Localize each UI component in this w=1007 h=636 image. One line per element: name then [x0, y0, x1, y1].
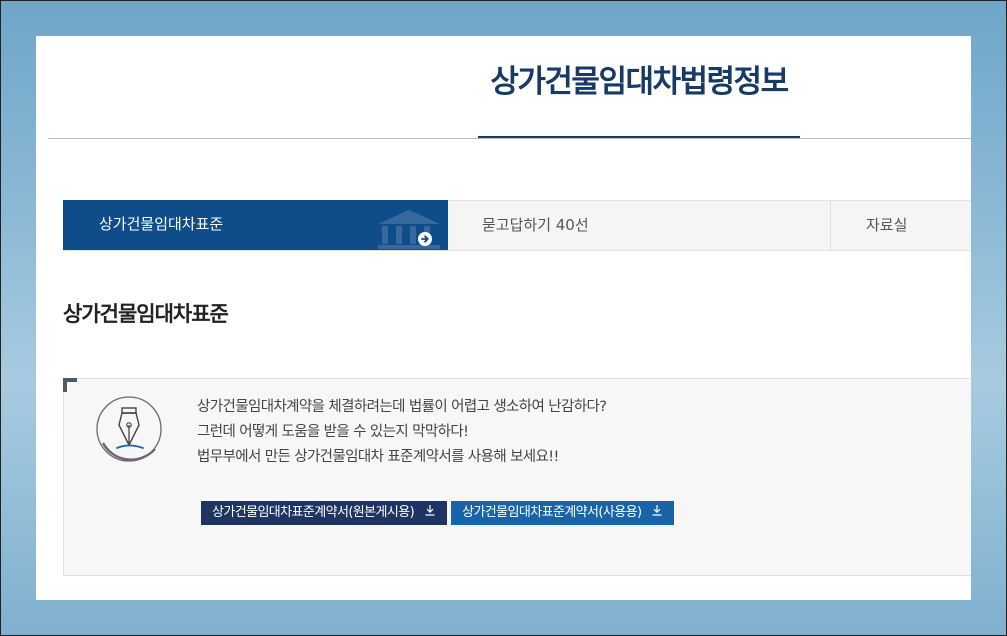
download-icon: [651, 501, 663, 525]
content-card: 상가건물임대차법령정보 상가건물임대차표준 묻고답하기 40선 자료실 상가건물…: [36, 36, 971, 600]
info-line-3: 법무부에서 만든 상가건물임대차 표준계약서를 사용해 보세요!!: [197, 449, 559, 465]
page-title: 상가건물임대차법령정보: [490, 64, 789, 100]
download-original-label: 상가건물임대차표준계약서(원본게시용): [212, 505, 415, 520]
arrow-right-circle-icon: [418, 217, 432, 250]
fountain-pen-icon: [95, 393, 167, 469]
tab-bar: 상가건물임대차표준 묻고답하기 40선 자료실: [63, 200, 971, 251]
building-icon: [376, 208, 442, 250]
info-box: 상가건물임대차계약을 체결하려는데 법률이 어렵고 생소하여 난감하다? 그런데…: [63, 378, 971, 576]
download-icon: [424, 501, 436, 525]
tab-standard[interactable]: 상가건물임대차표준: [63, 200, 448, 250]
download-buttons: 상가건물임대차표준계약서(원본게시용) 상가건물임대차표준계약서(사용용): [201, 501, 675, 525]
corner-mark: [63, 378, 77, 392]
info-text: 상가건물임대차계약을 체결하려는데 법률이 어렵고 생소하여 난감하다? 그런데…: [197, 395, 607, 470]
info-line-1: 상가건물임대차계약을 체결하려는데 법률이 어렵고 생소하여 난감하다?: [197, 399, 607, 415]
download-original-button[interactable]: 상가건물임대차표준계약서(원본게시용): [201, 501, 448, 525]
tab-standard-label: 상가건물임대차표준: [99, 215, 224, 233]
tab-qna[interactable]: 묻고답하기 40선: [448, 200, 830, 250]
tab-archive[interactable]: 자료실: [830, 200, 971, 250]
tab-qna-label: 묻고답하기 40선: [482, 216, 589, 234]
tab-archive-label: 자료실: [866, 216, 908, 234]
download-usage-label: 상가건물임대차표준계약서(사용용): [462, 505, 642, 520]
header-divider: [48, 138, 971, 139]
section-title: 상가건물임대차표준: [63, 302, 229, 326]
download-usage-button[interactable]: 상가건물임대차표준계약서(사용용): [451, 501, 675, 525]
info-line-2: 그런데 어떻게 도움을 받을 수 있는지 막막하다!: [197, 424, 469, 440]
